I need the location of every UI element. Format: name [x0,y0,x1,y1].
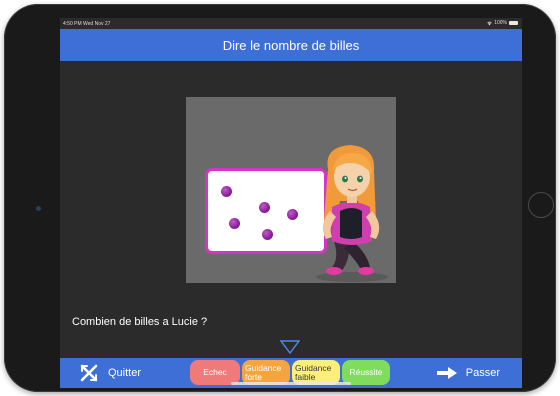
girl-character-illustration [316,145,388,282]
marble [262,229,273,240]
quit-button[interactable]: Quitter [80,358,141,388]
skip-button[interactable]: Passer [436,358,500,388]
status-time: 4:50 PM Wed Nov 27 [63,21,111,27]
wifi-icon [487,21,492,25]
battery-percent: 100% [494,20,507,26]
grade-guidance-forte-label: Guidance forte [245,362,282,382]
grade-echec-label: Echec [203,367,227,377]
marble [229,218,240,229]
home-indicator[interactable] [231,382,351,385]
status-indicators: 100% [487,20,518,26]
tablet-frame: 4:50 PM Wed Nov 27 100% Dire le nombre d… [4,4,556,392]
quit-label: Quitter [108,367,142,379]
crossed-arrows-icon [80,364,98,382]
grade-reussite-label: Réussite [349,367,383,377]
skip-label: Passer [465,367,500,379]
page-title: Dire le nombre de billes [222,37,360,53]
front-camera [36,206,41,211]
marble [259,202,270,213]
illustration-panel [186,97,396,283]
marble [221,186,232,197]
header-bar: Dire le nombre de billes [60,29,522,61]
down-triangle-icon[interactable] [280,340,300,354]
grade-guidance-faible-label: Guidance faible [295,362,332,382]
status-bar: 4:50 PM Wed Nov 27 100% [60,18,522,29]
arrow-right-icon [436,367,457,379]
question-text: Combien de billes a Lucie ? [72,316,208,328]
marble [287,209,298,220]
marble-board [205,168,327,254]
battery-icon [509,21,518,25]
home-button[interactable] [528,192,554,218]
app-screen: 4:50 PM Wed Nov 27 100% Dire le nombre d… [60,18,522,388]
